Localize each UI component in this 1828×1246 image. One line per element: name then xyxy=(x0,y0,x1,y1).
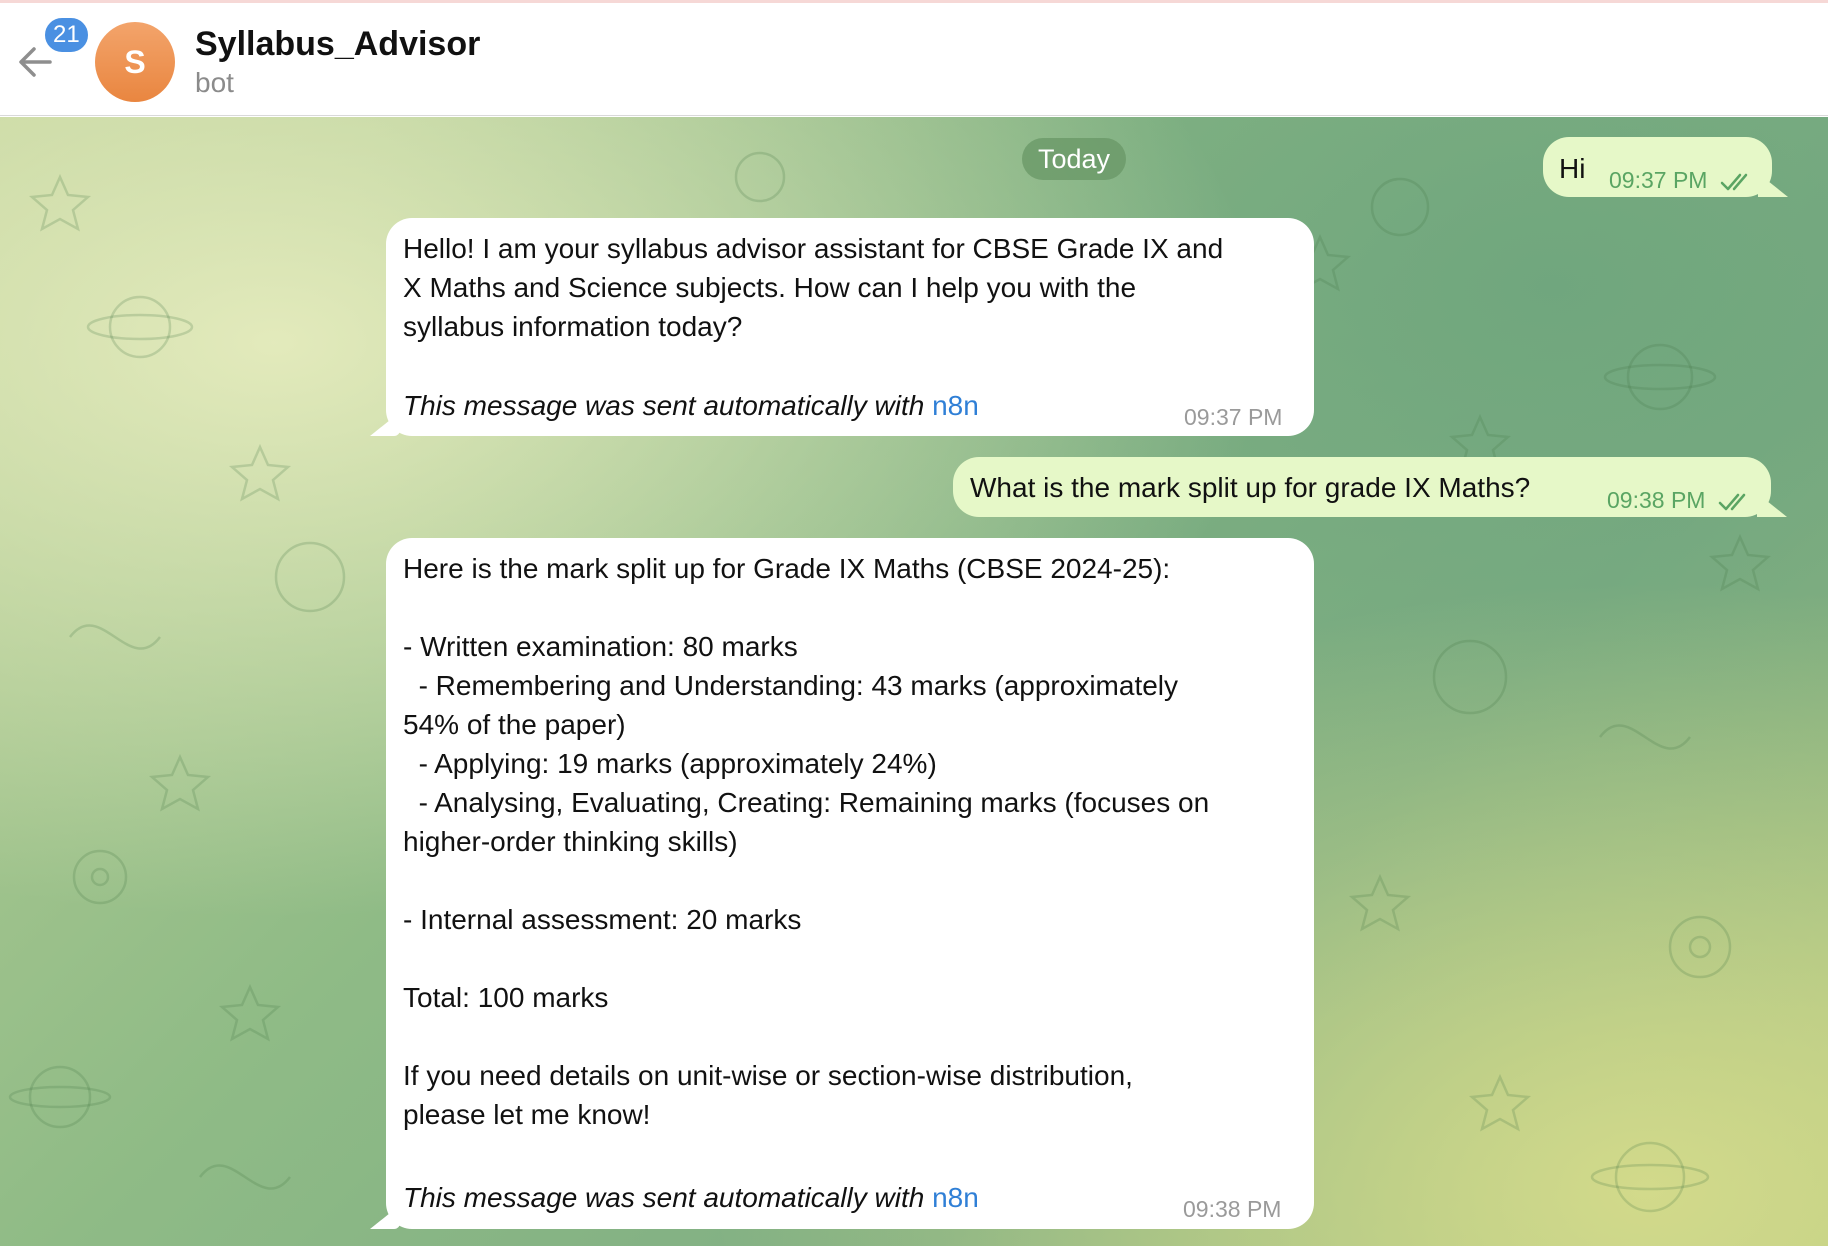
message-text: What is the mark split up for grade IX M… xyxy=(970,472,1531,503)
auto-sent-footer: This message was sent automatically with… xyxy=(403,1178,979,1217)
n8n-link[interactable]: n8n xyxy=(932,1182,979,1213)
avatar[interactable]: S xyxy=(95,22,175,102)
chat-header: 21 S Syllabus_Advisor bot xyxy=(0,3,1828,116)
read-checkmarks-icon xyxy=(1718,493,1746,511)
unread-count-badge: 21 xyxy=(42,15,91,55)
auto-sent-footer-text: This message was sent automatically with xyxy=(403,1182,933,1213)
read-checkmarks-icon xyxy=(1720,173,1748,191)
message-list[interactable]: Today Hi 09:37 PM Hello! I am your sylla… xyxy=(0,117,1828,1246)
outgoing-message[interactable]: Hi 09:37 PM xyxy=(1543,137,1772,197)
message-time: 09:38 PM xyxy=(1607,481,1752,520)
message-text: Hello! I am your syllabus advisor assist… xyxy=(403,233,1224,342)
message-time-label: 09:38 PM xyxy=(1607,487,1706,513)
message-time: 09:37 PM xyxy=(1609,161,1754,200)
auto-sent-footer: This message was sent automatically with… xyxy=(403,386,979,425)
message-time: 09:37 PM xyxy=(1184,404,1283,430)
incoming-message[interactable]: Here is the mark split up for Grade IX M… xyxy=(386,538,1314,1229)
incoming-message[interactable]: Hello! I am your syllabus advisor assist… xyxy=(386,218,1314,436)
auto-sent-footer-text: This message was sent automatically with xyxy=(403,390,933,421)
chat-title[interactable]: Syllabus_Advisor xyxy=(195,25,480,64)
message-time-label: 09:37 PM xyxy=(1609,167,1708,193)
n8n-link[interactable]: n8n xyxy=(932,390,979,421)
chat-subtitle: bot xyxy=(195,67,234,98)
date-separator: Today xyxy=(1022,138,1127,180)
message-text: Hi xyxy=(1559,153,1586,184)
message-text: Here is the mark split up for Grade IX M… xyxy=(403,553,1210,1130)
outgoing-message[interactable]: What is the mark split up for grade IX M… xyxy=(953,457,1771,517)
message-time: 09:38 PM xyxy=(1183,1196,1282,1222)
